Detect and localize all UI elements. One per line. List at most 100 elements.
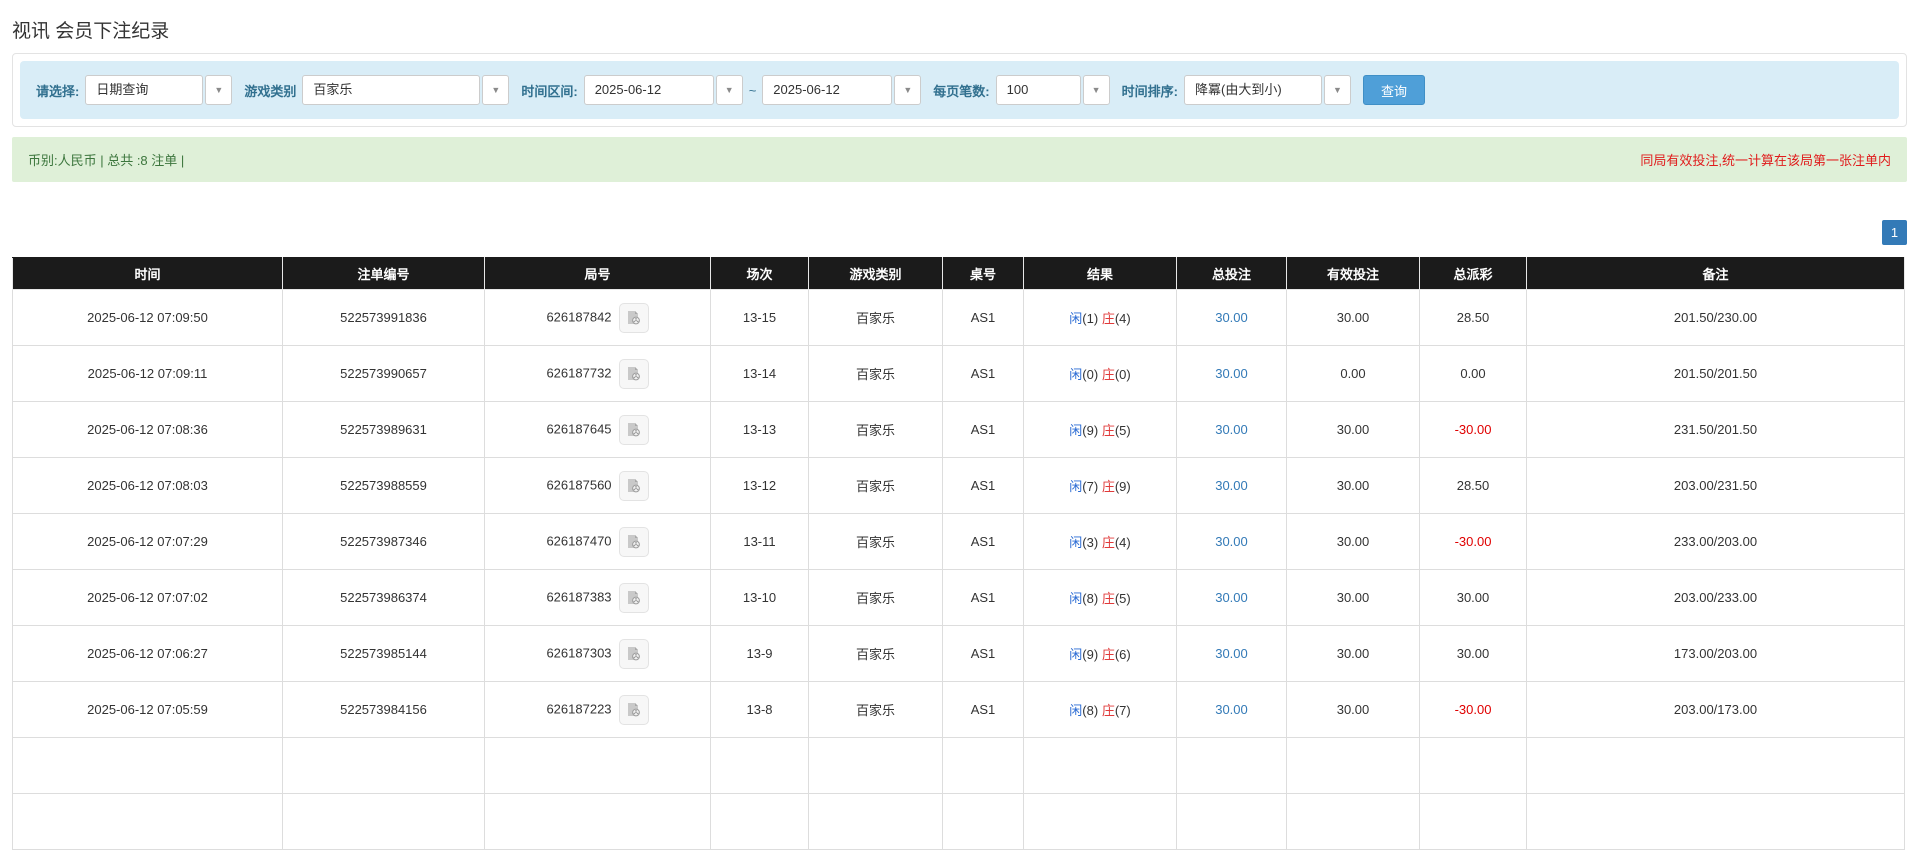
date-from-value[interactable]: 2025-06-12 [584,75,714,105]
cell-time: 2025-06-12 07:08:36 [13,402,283,458]
total-bet-link[interactable]: 30.00 [1215,310,1248,325]
time-range-label: 时间区间: [521,81,577,100]
cell-round-number: 626187842 [485,290,711,346]
column-header: 时间 [13,258,283,290]
video-replay-button[interactable] [619,415,649,445]
round-number: 626187842 [546,309,611,324]
game-category-select[interactable]: 百家乐 ▼ [302,75,509,105]
chevron-down-icon[interactable]: ▼ [1324,75,1351,105]
chevron-down-icon[interactable]: ▼ [894,75,921,105]
cell-payout: -30.00 [1420,402,1527,458]
video-replay-button[interactable] [619,639,649,669]
film-icon [625,477,642,494]
cell-time: 2025-06-12 07:05:59 [13,682,283,738]
cell-bet-number: 522573985144 [283,626,485,682]
total-bet-link[interactable]: 30.00 [1215,478,1248,493]
cell-bet-number: 522573986374 [283,570,485,626]
total-bet-link[interactable]: 30.00 [1215,366,1248,381]
date-to-select[interactable]: 2025-06-12 ▼ [762,75,921,105]
video-replay-button[interactable] [619,359,649,389]
total-bet-link[interactable]: 30.00 [1215,646,1248,661]
cell-result: 闲(1) 庄(4) [1024,290,1177,346]
query-type-value[interactable]: 日期查询 [85,75,203,105]
player-label: 闲 [1069,311,1082,326]
total-bet-link[interactable]: 30.00 [1215,534,1248,549]
player-label: 闲 [1069,591,1082,606]
banker-score: (6) [1115,647,1131,662]
subtotal-valid-bet: 210.00 [1287,738,1420,794]
cell-bet-number: 522573989631 [283,402,485,458]
total-bet-link[interactable]: 30.00 [1215,422,1248,437]
player-label: 闲 [1069,367,1082,382]
video-replay-button[interactable] [619,583,649,613]
chevron-down-icon[interactable]: ▼ [482,75,509,105]
player-score: (8) [1082,591,1098,606]
film-icon [625,533,642,550]
banker-label: 庄 [1102,591,1115,606]
pagination: 1 [12,220,1907,245]
page-title: 视讯 会员下注纪录 [12,16,1907,43]
currency-total-text: 币别:人民币 | 总共 :8 注单 | [28,150,184,169]
video-replay-button[interactable] [619,303,649,333]
player-score: (7) [1082,479,1098,494]
cell-payout: 30.00 [1420,570,1527,626]
total-bet-link[interactable]: 30.00 [1215,590,1248,605]
time-sort-select[interactable]: 降冪(由大到小) ▼ [1184,75,1351,105]
cell-payout: 0.00 [1420,346,1527,402]
chevron-down-icon[interactable]: ▼ [1083,75,1110,105]
cell-session: 13-12 [711,458,809,514]
game-category-value[interactable]: 百家乐 [302,75,480,105]
cell-table-number: AS1 [943,346,1024,402]
cell-round-number: 626187470 [485,514,711,570]
cell-game-category: 百家乐 [809,402,943,458]
time-sort-value[interactable]: 降冪(由大到小) [1184,75,1322,105]
cell-bet-number: 522573984156 [283,682,485,738]
cell-table-number: AS1 [943,682,1024,738]
cell-round-number: 626187732 [485,346,711,402]
column-header: 有效投注 [1287,258,1420,290]
video-replay-button[interactable] [619,527,649,557]
banker-label: 庄 [1102,479,1115,494]
cell-bet-number: 522573990657 [283,346,485,402]
cell-total-bet: 30.00 [1177,626,1287,682]
page-size-select[interactable]: 100 ▼ [996,75,1110,105]
table-header: 时间注单编号局号场次游戏类别桌号结果总投注有效投注总派彩备注 [13,258,1905,290]
cell-time: 2025-06-12 07:07:29 [13,514,283,570]
date-from-select[interactable]: 2025-06-12 ▼ [584,75,743,105]
banker-label: 庄 [1102,367,1115,382]
page-size-value[interactable]: 100 [996,75,1081,105]
film-icon [625,645,642,662]
table-row: 2025-06-12 07:08:36 522573989631 6261876… [13,402,1905,458]
cell-round-number: 626187303 [485,626,711,682]
cell-table-number: AS1 [943,514,1024,570]
page-button[interactable]: 1 [1882,220,1907,245]
player-label: 闲 [1069,703,1082,718]
column-header: 游戏类别 [809,258,943,290]
cell-result: 闲(9) 庄(6) [1024,626,1177,682]
cell-session: 13-14 [711,346,809,402]
video-replay-button[interactable] [619,471,649,501]
time-sort-label: 时间排序: [1122,81,1178,100]
chevron-down-icon[interactable]: ▼ [205,75,232,105]
film-icon [625,421,642,438]
date-to-value[interactable]: 2025-06-12 [762,75,892,105]
cell-total-bet: 30.00 [1177,402,1287,458]
round-number: 626187732 [546,365,611,380]
cell-total-bet: 30.00 [1177,458,1287,514]
cell-total-bet: 30.00 [1177,514,1287,570]
search-button[interactable]: 查询 [1363,75,1425,105]
cell-round-number: 626187223 [485,682,711,738]
player-label: 闲 [1069,647,1082,662]
query-type-select[interactable]: 日期查询 ▼ [85,75,232,105]
total-bet-link[interactable]: 30.00 [1215,702,1248,717]
chevron-down-icon[interactable]: ▼ [716,75,743,105]
page: 视讯 会员下注纪录 请选择: 日期查询 ▼ 游戏类别 百家乐 ▼ 时间区间: 2… [0,16,1919,850]
video-replay-button[interactable] [619,695,649,725]
cell-time: 2025-06-12 07:06:27 [13,626,283,682]
cell-session: 13-9 [711,626,809,682]
player-score: (3) [1082,535,1098,550]
banker-score: (5) [1115,591,1131,606]
round-number: 626187223 [546,701,611,716]
cell-game-category: 百家乐 [809,346,943,402]
round-number: 626187560 [546,477,611,492]
